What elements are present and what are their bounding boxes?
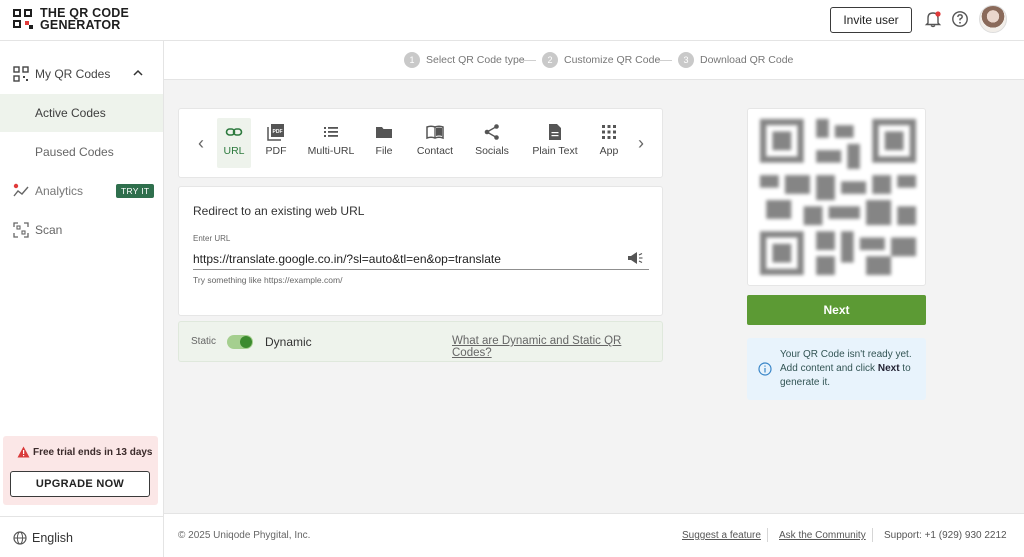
- info-icon: [758, 362, 772, 376]
- contact-book-icon: [426, 125, 444, 140]
- step-download: 3 Download QR Code: [678, 52, 793, 68]
- footer-divider: [872, 528, 873, 542]
- step-connector: [656, 60, 672, 61]
- sidebar-item-my-qr-codes[interactable]: My QR Codes: [0, 55, 163, 93]
- tab-socials[interactable]: Socials: [473, 118, 511, 168]
- help-icon[interactable]: [951, 10, 969, 28]
- try-it-badge[interactable]: TRY IT: [116, 184, 155, 198]
- page-footer: © 2025 Uniqode Phygital, Inc. Suggest a …: [164, 513, 1024, 557]
- copyright-text: © 2025 Uniqode Phygital, Inc.: [178, 530, 311, 541]
- qr-type-tabs: ‹ URL PDF PDF Multi-URL File Contact Soc…: [178, 108, 663, 178]
- sidebar-item-scan[interactable]: Scan: [0, 211, 163, 249]
- qr-preview: [747, 108, 926, 286]
- url-field-label: Enter URL: [193, 234, 231, 243]
- megaphone-icon[interactable]: [627, 251, 643, 265]
- document-icon: [549, 124, 561, 140]
- tab-contact[interactable]: Contact: [413, 118, 457, 168]
- sidebar-item-label: Paused Codes: [35, 145, 114, 159]
- footer-divider: [767, 528, 768, 542]
- tab-label: PDF: [265, 145, 287, 157]
- step-select-type: 1 Select QR Code type: [404, 52, 525, 68]
- support-phone: Support: +1 (929) 930 2212: [884, 530, 1007, 541]
- info-notice: Your QR Code isn't ready yet. Add conten…: [747, 338, 926, 400]
- qr-grid-icon: [13, 66, 29, 82]
- step-label: Select QR Code type: [426, 54, 525, 66]
- invite-user-button[interactable]: Invite user: [830, 7, 912, 33]
- sidebar-item-label: Active Codes: [35, 106, 106, 120]
- brand-logo[interactable]: THE QR CODE GENERATOR: [13, 7, 129, 31]
- static-label: Static: [191, 336, 217, 347]
- tab-plain-text[interactable]: Plain Text: [529, 118, 581, 168]
- globe-icon: [13, 531, 27, 545]
- ask-community-link[interactable]: Ask the Community: [779, 530, 866, 541]
- sidebar-item-label: Scan: [35, 223, 63, 237]
- tab-label: URL: [223, 145, 245, 157]
- analytics-icon: [13, 183, 29, 197]
- qr-code-placeholder: [760, 119, 916, 275]
- info-text-bold: Next: [877, 363, 900, 374]
- list-icon: [324, 127, 338, 137]
- qr-mode-toggle-bar: Static Dynamic What are Dynamic and Stat…: [178, 321, 663, 362]
- tab-pdf[interactable]: PDF PDF: [259, 118, 293, 168]
- qr-logo-icon: [13, 9, 33, 29]
- trial-notice: Free trial ends in 13 days UPGRADE NOW: [3, 436, 158, 505]
- brand-name: THE QR CODE GENERATOR: [40, 7, 129, 32]
- switch-knob: [240, 336, 252, 348]
- step-connector: [520, 60, 536, 61]
- upgrade-now-button[interactable]: UPGRADE NOW: [10, 471, 150, 497]
- brand-line-2: GENERATOR: [40, 18, 121, 32]
- tab-app[interactable]: App: [594, 118, 624, 168]
- share-icon: [484, 124, 499, 140]
- tab-file[interactable]: File: [369, 118, 399, 168]
- warning-icon: [17, 446, 30, 458]
- link-icon: [225, 128, 243, 136]
- tab-multi-url[interactable]: Multi-URL: [303, 118, 359, 168]
- top-header: THE QR CODE GENERATOR Invite user: [0, 0, 1024, 41]
- step-number: 2: [542, 52, 558, 68]
- static-dynamic-switch[interactable]: [227, 335, 253, 349]
- dynamic-static-help-link[interactable]: What are Dynamic and Static QR Codes?: [452, 335, 662, 359]
- language-label: English: [32, 531, 73, 545]
- pdf-icon: PDF: [267, 124, 284, 141]
- next-button[interactable]: Next: [747, 295, 926, 325]
- tab-label: App: [599, 145, 619, 157]
- tab-url[interactable]: URL: [217, 118, 251, 168]
- user-avatar[interactable]: [979, 5, 1007, 33]
- bell-icon[interactable]: [924, 10, 942, 28]
- sidebar: My QR Codes Active Codes Paused Codes An…: [0, 41, 164, 557]
- form-title: Redirect to an existing web URL: [193, 204, 365, 218]
- folder-icon: [376, 127, 392, 138]
- dynamic-label: Dynamic: [265, 335, 312, 349]
- chevron-right-icon[interactable]: ›: [633, 133, 649, 153]
- url-hint: Try something like https://example.com/: [193, 275, 343, 285]
- suggest-feature-link[interactable]: Suggest a feature: [682, 530, 761, 541]
- url-input[interactable]: [193, 248, 649, 270]
- tab-label: File: [375, 145, 393, 157]
- tab-label: Socials: [475, 145, 509, 157]
- chevron-up-icon[interactable]: [133, 69, 143, 77]
- step-label: Download QR Code: [700, 54, 794, 66]
- sidebar-item-label: Analytics: [35, 184, 84, 198]
- sidebar-item-analytics[interactable]: Analytics TRY IT: [0, 172, 163, 210]
- app-grid-icon: [602, 125, 616, 139]
- tab-label: Contact: [416, 145, 454, 157]
- svg-text:PDF: PDF: [273, 129, 283, 135]
- info-text: Your QR Code isn't ready yet. Add conten…: [780, 348, 920, 390]
- url-form: Redirect to an existing web URL Enter UR…: [178, 186, 663, 316]
- step-number: 3: [678, 52, 694, 68]
- chevron-left-icon[interactable]: ‹: [193, 133, 209, 153]
- scan-icon: [13, 222, 29, 238]
- progress-stepper: 1 Select QR Code type 2 Customize QR Cod…: [164, 41, 1024, 80]
- tab-label: Multi-URL: [307, 145, 355, 157]
- tab-label: Plain Text: [532, 145, 578, 157]
- sidebar-item-paused-codes[interactable]: Paused Codes: [0, 133, 163, 171]
- trial-text: Free trial ends in 13 days: [33, 447, 153, 458]
- sidebar-item-active-codes[interactable]: Active Codes: [0, 94, 163, 132]
- language-selector[interactable]: English: [0, 516, 163, 557]
- step-number: 1: [404, 52, 420, 68]
- step-label: Customize QR Code: [564, 54, 661, 66]
- sidebar-item-label: My QR Codes: [35, 67, 111, 81]
- step-customize: 2 Customize QR Code: [542, 52, 660, 68]
